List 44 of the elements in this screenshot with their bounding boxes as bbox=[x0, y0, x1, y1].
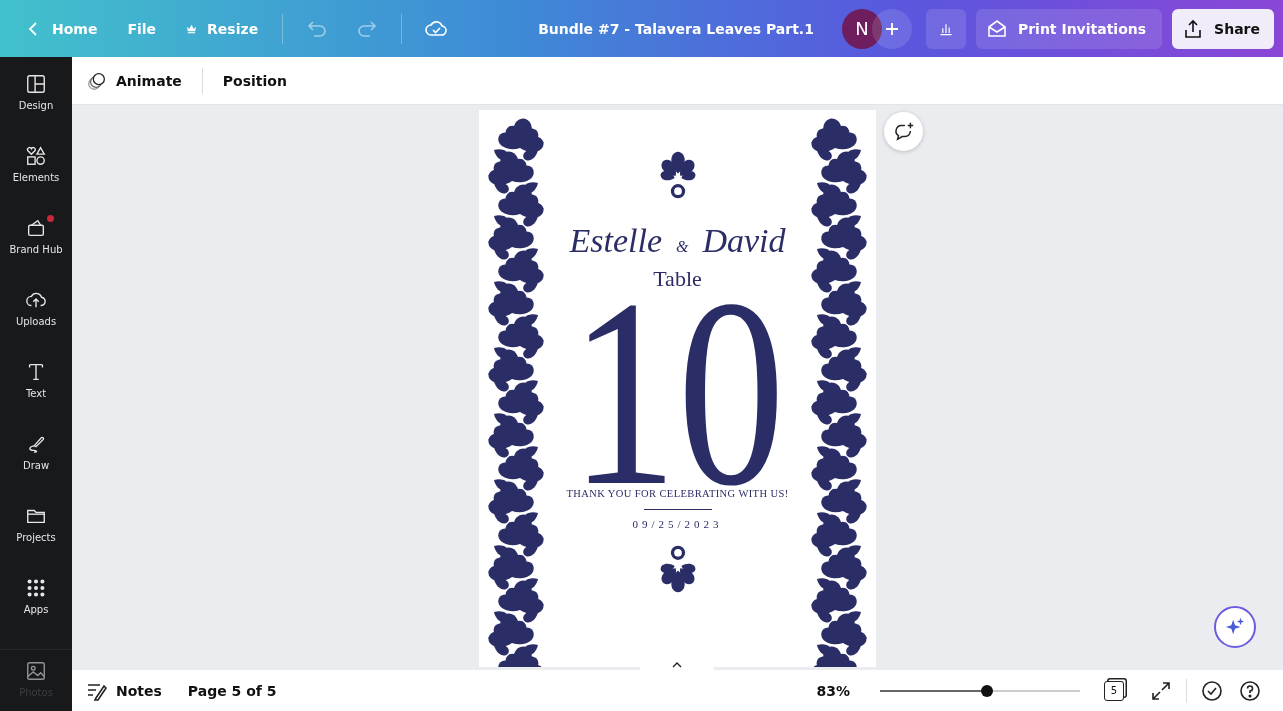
slider-thumb[interactable] bbox=[981, 684, 993, 697]
chevron-up-icon bbox=[672, 661, 682, 668]
assistant-button[interactable] bbox=[1214, 606, 1256, 648]
plus-icon bbox=[883, 20, 900, 37]
sidebar-item[interactable]: Apps bbox=[0, 577, 72, 649]
share-button[interactable]: Share bbox=[1172, 8, 1274, 49]
ampersand: & bbox=[676, 238, 689, 256]
envelope-icon bbox=[985, 17, 1008, 40]
zoom-slider[interactable] bbox=[880, 683, 1080, 698]
sidebar-item[interactable]: Draw bbox=[0, 433, 72, 505]
position-button[interactable]: Position bbox=[222, 66, 287, 95]
insights-button[interactable] bbox=[925, 8, 966, 49]
page-indicator: Page 5 of 5 bbox=[187, 682, 277, 699]
briefcase-icon bbox=[25, 217, 47, 239]
couple-name: David bbox=[702, 222, 786, 260]
table-number: 10 bbox=[570, 299, 785, 487]
animate-button[interactable]: Animate bbox=[86, 63, 182, 98]
document-title[interactable]: Bundle #7 - Talavera Leaves Part.1 bbox=[538, 20, 814, 37]
sidebar-item[interactable]: Uploads bbox=[0, 289, 72, 361]
sidebar-item[interactable]: Text bbox=[0, 361, 72, 433]
help-icon[interactable] bbox=[1239, 679, 1261, 702]
thank-you-message: THANK YOU FOR CELEBRATING WITH US! bbox=[566, 488, 789, 499]
notes-button[interactable]: Notes bbox=[86, 679, 162, 702]
image-icon bbox=[25, 660, 47, 682]
add-button[interactable] bbox=[871, 8, 912, 49]
sidebar-item[interactable]: Design bbox=[0, 73, 72, 145]
table-heading: Table bbox=[653, 266, 702, 292]
page-count-button[interactable]: 5 bbox=[1104, 680, 1124, 701]
zoom-percentage[interactable]: 83% bbox=[816, 682, 850, 699]
sidebar-item[interactable]: Brand Hub bbox=[0, 217, 72, 289]
fullscreen-icon[interactable] bbox=[1150, 679, 1172, 702]
shapes-icon bbox=[25, 145, 47, 167]
couple-name: Estelle bbox=[569, 222, 662, 260]
sidebar-item[interactable]: Elements bbox=[0, 145, 72, 217]
grid-icon bbox=[25, 577, 47, 599]
print-invitations-button[interactable]: Print Invitations bbox=[975, 8, 1163, 49]
event-date: 09/25/2023 bbox=[632, 518, 723, 530]
crown-icon bbox=[186, 23, 198, 34]
layout-icon bbox=[25, 73, 47, 95]
user-avatar[interactable]: N bbox=[841, 8, 882, 49]
sidebar-item[interactable]: Projects bbox=[0, 505, 72, 577]
comment-plus-icon bbox=[892, 120, 915, 143]
add-comment-button[interactable] bbox=[884, 112, 923, 151]
check-icon[interactable] bbox=[1201, 679, 1223, 702]
